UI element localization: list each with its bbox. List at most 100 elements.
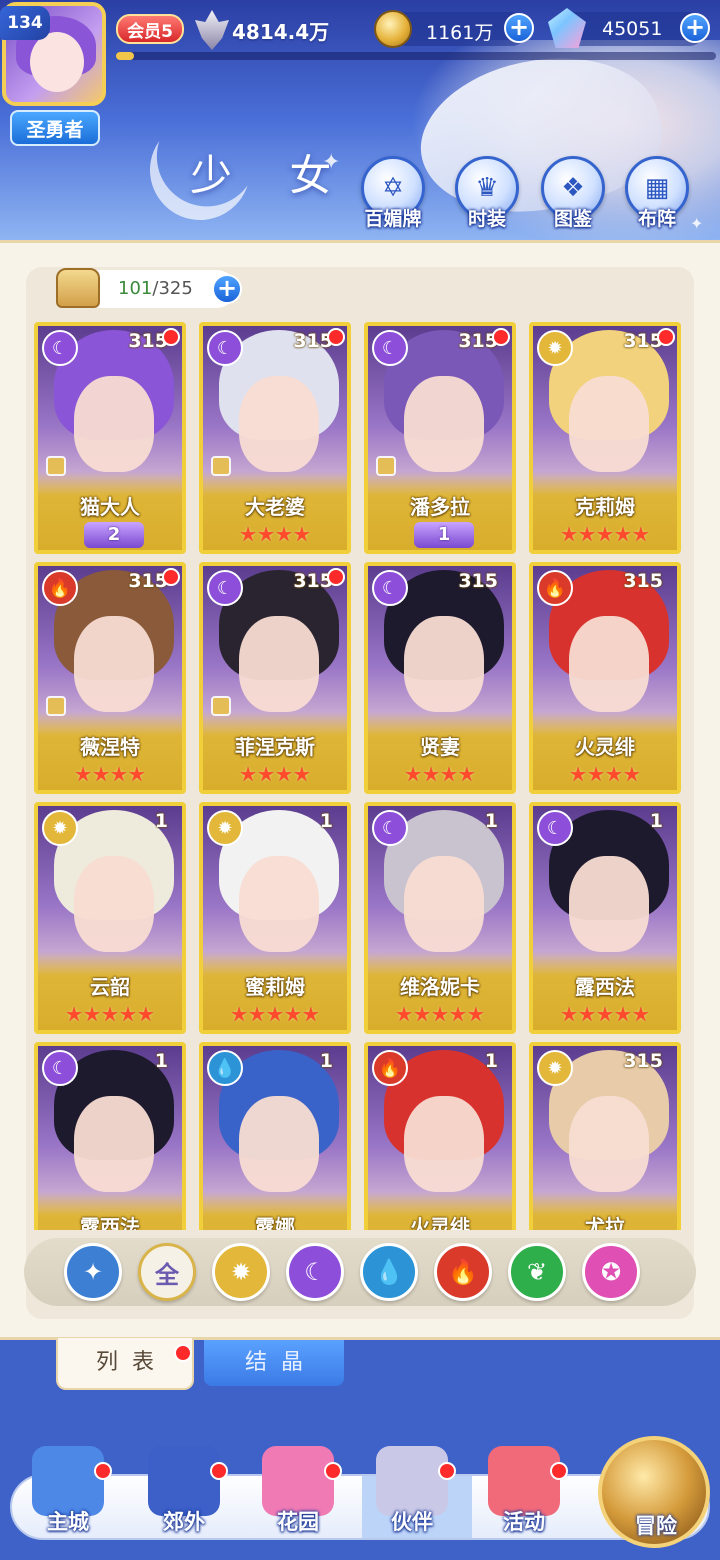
partner-card-grid: ☾ 315 猫大人 2 ☾ 315 大老婆 ★★★★ ☾ 315 潘多拉 1 ✹ 315 克莉姆 ★★★★★ 🔥… — [34, 322, 686, 1230]
character-portrait — [74, 1096, 154, 1192]
expand-inventory-button[interactable]: + — [212, 274, 242, 304]
card-level: 1 — [319, 810, 333, 832]
partner-card[interactable]: ☾ 315 潘多拉 1 — [364, 322, 516, 554]
notification-dot — [550, 1462, 568, 1480]
nav-item-partner[interactable]: 伙伴 — [362, 1446, 462, 1546]
nav-item-heart[interactable]: 花园 — [248, 1446, 348, 1546]
notification-dot — [657, 328, 675, 346]
filter-nature-button[interactable]: ❦ — [508, 1243, 566, 1301]
star-rating: ★★★★★ — [560, 1002, 650, 1026]
formation-pawn-icon — [211, 456, 231, 476]
card-name: 蜜莉姆 — [245, 975, 305, 999]
sun-element-icon: ✹ — [537, 1050, 573, 1086]
rank-badge: 1 — [414, 522, 474, 548]
tab-crystal[interactable]: 结晶 — [204, 1340, 344, 1386]
filter-wind-button[interactable]: ✦ — [64, 1243, 122, 1301]
partner-card[interactable]: ☾ 315 贤妻 ★★★★ — [364, 562, 516, 794]
filter-all-button[interactable]: 全 — [138, 1243, 196, 1301]
nav-label: 活动 — [503, 1510, 545, 1534]
filter-star-button[interactable]: ✪ — [582, 1243, 640, 1301]
sun-element-icon: ✹ — [537, 330, 573, 366]
sun-element-icon: ✹ — [207, 810, 243, 846]
rank-badge: 2 — [84, 522, 144, 548]
filter-water-button[interactable]: 💧 — [360, 1243, 418, 1301]
sparkle-icon: ✦ — [690, 214, 704, 233]
add-gems-button[interactable]: + — [680, 13, 710, 43]
inventory-capacity-text: 101/325 — [118, 278, 193, 299]
book-button[interactable]: ❖ 图鉴 — [538, 156, 608, 232]
partner-card[interactable]: ☾ 1 露西法 — [34, 1042, 186, 1230]
card-name: 菲涅克斯 — [235, 735, 315, 759]
character-portrait — [404, 856, 484, 952]
nav-label: 冒险 — [635, 1514, 677, 1538]
card-level: 1 — [484, 810, 498, 832]
card-name: 猫大人 — [80, 495, 140, 519]
nav-item-portal[interactable]: 郊外 — [134, 1446, 234, 1546]
filter-sun-button[interactable]: ✹ — [212, 1243, 270, 1301]
character-portrait — [239, 376, 319, 472]
partner-card[interactable]: ✹ 315 克莉姆 ★★★★★ — [529, 322, 681, 554]
partner-card[interactable]: ☾ 315 猫大人 2 — [34, 322, 186, 554]
filter-moon-button[interactable]: ☾ — [286, 1243, 344, 1301]
card-deck-button[interactable]: ✡ 百媚牌 — [358, 156, 428, 232]
nav-item-castle[interactable]: 主城 — [18, 1446, 118, 1546]
card-level: 315 — [458, 570, 498, 592]
experience-bar — [116, 52, 716, 60]
gold-coin-icon — [374, 10, 412, 48]
partner-card[interactable]: 🔥 315 薇涅特 ★★★★ — [34, 562, 186, 794]
partner-card[interactable]: ☾ 315 菲涅克斯 ★★★★ — [199, 562, 351, 794]
card-name: 克莉姆 — [575, 495, 635, 519]
vip-badge[interactable]: 会员5 — [116, 14, 184, 44]
character-portrait — [404, 376, 484, 472]
card-name: 云韶 — [90, 975, 130, 999]
partner-card[interactable]: 🔥 315 火灵绯 ★★★★ — [529, 562, 681, 794]
partner-card[interactable]: ☾ 315 大老婆 ★★★★ — [199, 322, 351, 554]
character-portrait — [74, 376, 154, 472]
card-name: 薇涅特 — [80, 735, 140, 759]
formation-pawn-icon — [376, 456, 396, 476]
combat-power-value: 4814.4万 — [232, 20, 330, 44]
water-element-icon: 💧 — [207, 1050, 243, 1086]
partner-card[interactable]: ✹ 315 尤拉 — [529, 1042, 681, 1230]
star-rating: ★★★★ — [239, 522, 311, 546]
costume-label: 时装 — [467, 208, 506, 230]
card-name: 潘多拉 — [410, 495, 470, 519]
card-name: 维洛妮卡 — [400, 975, 480, 999]
character-portrait — [239, 1096, 319, 1192]
costume-button[interactable]: ♛ 时装 — [452, 156, 522, 232]
moon-element-icon: ☾ — [537, 810, 573, 846]
card-level: 1 — [154, 1050, 168, 1072]
moon-element-icon: ☾ — [42, 330, 78, 366]
notification-dot — [324, 1462, 342, 1480]
bag-icon — [56, 268, 100, 308]
fire-element-icon: 🔥 — [537, 570, 573, 606]
character-portrait — [569, 1096, 649, 1192]
notification-dot — [492, 328, 510, 346]
tab-list[interactable]: 列表 — [56, 1338, 194, 1390]
card-name: 火灵绯 — [410, 1215, 470, 1230]
card-level: 1 — [154, 810, 168, 832]
nav-item-gift[interactable]: 活动 — [474, 1446, 574, 1546]
card-level: 1 — [484, 1050, 498, 1072]
player-title-badge[interactable]: 圣勇者 — [10, 110, 100, 146]
card-name: 贤妻 — [420, 735, 460, 759]
card-name: 露西法 — [575, 975, 635, 999]
card-name: 露娜 — [255, 1215, 295, 1230]
star-rating: ★★★★★ — [230, 1002, 320, 1026]
filter-fire-button[interactable]: 🔥 — [434, 1243, 492, 1301]
partner-card[interactable]: ✹ 1 云韶 ★★★★★ — [34, 802, 186, 1034]
moon-element-icon: ☾ — [207, 570, 243, 606]
partner-card[interactable]: 💧 1 露娜 — [199, 1042, 351, 1230]
nav-label: 主城 — [47, 1510, 89, 1534]
notification-dot — [162, 328, 180, 346]
formation-button[interactable]: ▦ 布阵 — [622, 156, 692, 232]
card-name: 大老婆 — [245, 495, 305, 519]
partner-card[interactable]: ☾ 1 露西法 ★★★★★ — [529, 802, 681, 1034]
character-portrait — [404, 1096, 484, 1192]
add-gold-button[interactable]: + — [504, 13, 534, 43]
notification-dot — [327, 568, 345, 586]
card-deck-label: 百媚牌 — [364, 208, 422, 230]
partner-card[interactable]: 🔥 1 火灵绯 — [364, 1042, 516, 1230]
partner-card[interactable]: ☾ 1 维洛妮卡 ★★★★★ — [364, 802, 516, 1034]
partner-card[interactable]: ✹ 1 蜜莉姆 ★★★★★ — [199, 802, 351, 1034]
